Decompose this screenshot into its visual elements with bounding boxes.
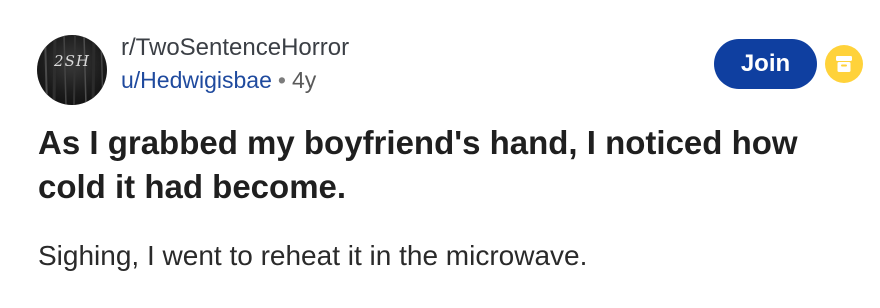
archive-box-glyph [836,56,852,72]
subreddit-link[interactable]: r/TwoSentenceHorror [121,34,349,62]
join-button[interactable]: Join [714,39,817,89]
avatar-logo-text: 2SH [54,52,90,70]
post-title[interactable]: As I grabbed my boyfriend's hand, I noti… [38,121,858,209]
username-link[interactable]: u/Hedwigisbae [121,67,272,93]
post-age: 4y [291,67,317,93]
byline: u/Hedwigisbae • 4y [121,66,349,94]
avatar-texture [44,35,104,105]
post-body: Sighing, I went to reheat it in the micr… [38,240,588,271]
community-avatar[interactable]: 2SH [37,35,107,105]
separator-dot: • [277,67,286,93]
post-meta: r/TwoSentenceHorror u/Hedwigisbae • 4y [121,34,349,94]
archive-box-icon[interactable] [825,45,863,83]
reddit-post-card: 2SH r/TwoSentenceHorror u/Hedwigisbae • 4y… [0,0,880,308]
